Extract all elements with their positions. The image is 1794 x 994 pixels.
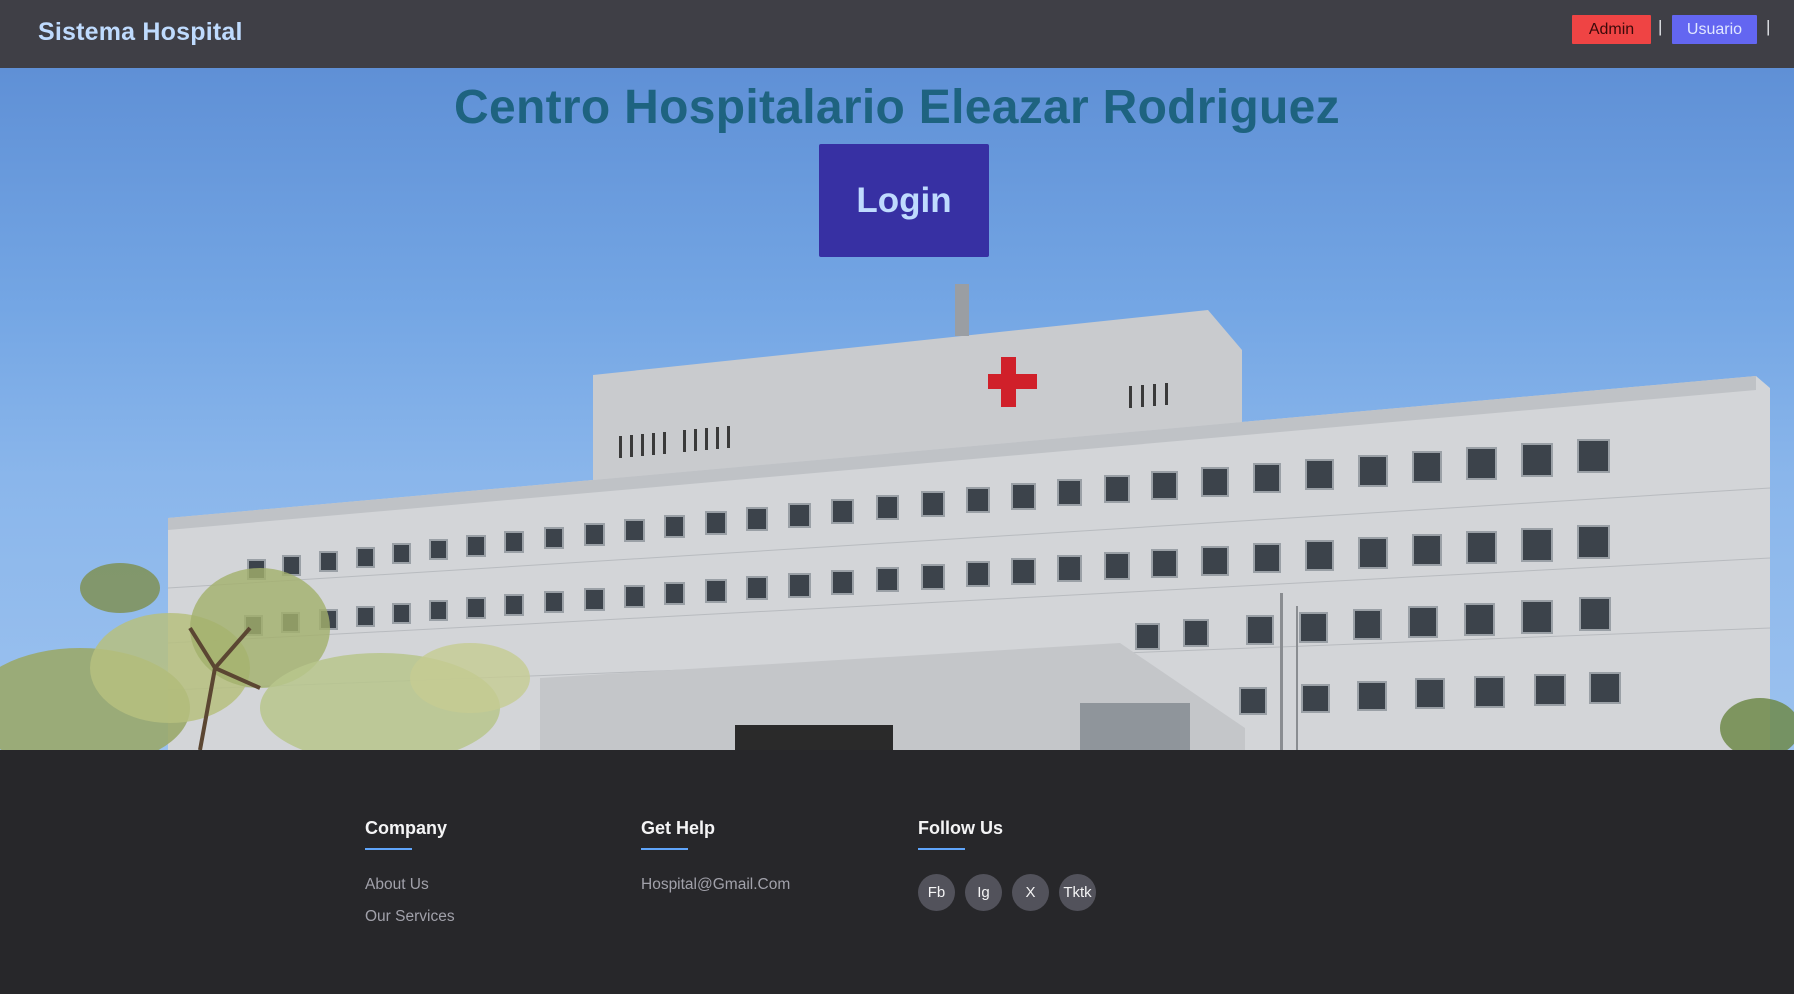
admin-button[interactable]: Admin: [1572, 15, 1651, 44]
footer-column-title: Follow Us: [918, 818, 1003, 838]
brand-logo-text[interactable]: Sistema Hospital: [38, 18, 243, 47]
hero-title: Centro Hospitalario Eleazar Rodriguez: [454, 81, 1340, 134]
footer-column-company: Company About Us Our Services: [365, 818, 455, 925]
nav-separator: |: [1766, 17, 1771, 36]
tiktok-icon[interactable]: Tktk: [1059, 874, 1096, 911]
social-links: Fb Ig X Tktk: [918, 874, 1106, 911]
chimney: [955, 284, 969, 336]
x-icon[interactable]: X: [1012, 874, 1049, 911]
nav-separator: |: [1658, 17, 1663, 36]
footer: Company About Us Our Services Get Help H…: [0, 750, 1794, 994]
instagram-icon[interactable]: Ig: [965, 874, 1002, 911]
title-underline: [365, 848, 412, 850]
footer-column-get-help: Get Help Hospital@Gmail.Com: [641, 818, 790, 893]
top-navbar: Sistema Hospital Admin | Usuario |: [0, 0, 1794, 68]
facebook-icon[interactable]: Fb: [918, 874, 955, 911]
login-button[interactable]: Login: [819, 144, 989, 257]
footer-column-title: Company: [365, 818, 448, 838]
title-underline: [641, 848, 688, 850]
title-underline: [918, 848, 965, 850]
footer-column-follow-us: Follow Us Fb Ig X Tktk: [918, 818, 1096, 911]
hero-section: Centro Hospitalario Eleazar Rodriguez Lo…: [0, 68, 1794, 750]
about-us-link[interactable]: About Us: [365, 876, 429, 894]
our-services-link[interactable]: Our Services: [365, 908, 455, 926]
usuario-button[interactable]: Usuario: [1672, 15, 1757, 44]
email-link[interactable]: Hospital@Gmail.Com: [641, 876, 790, 894]
footer-column-title: Get Help: [641, 818, 716, 838]
